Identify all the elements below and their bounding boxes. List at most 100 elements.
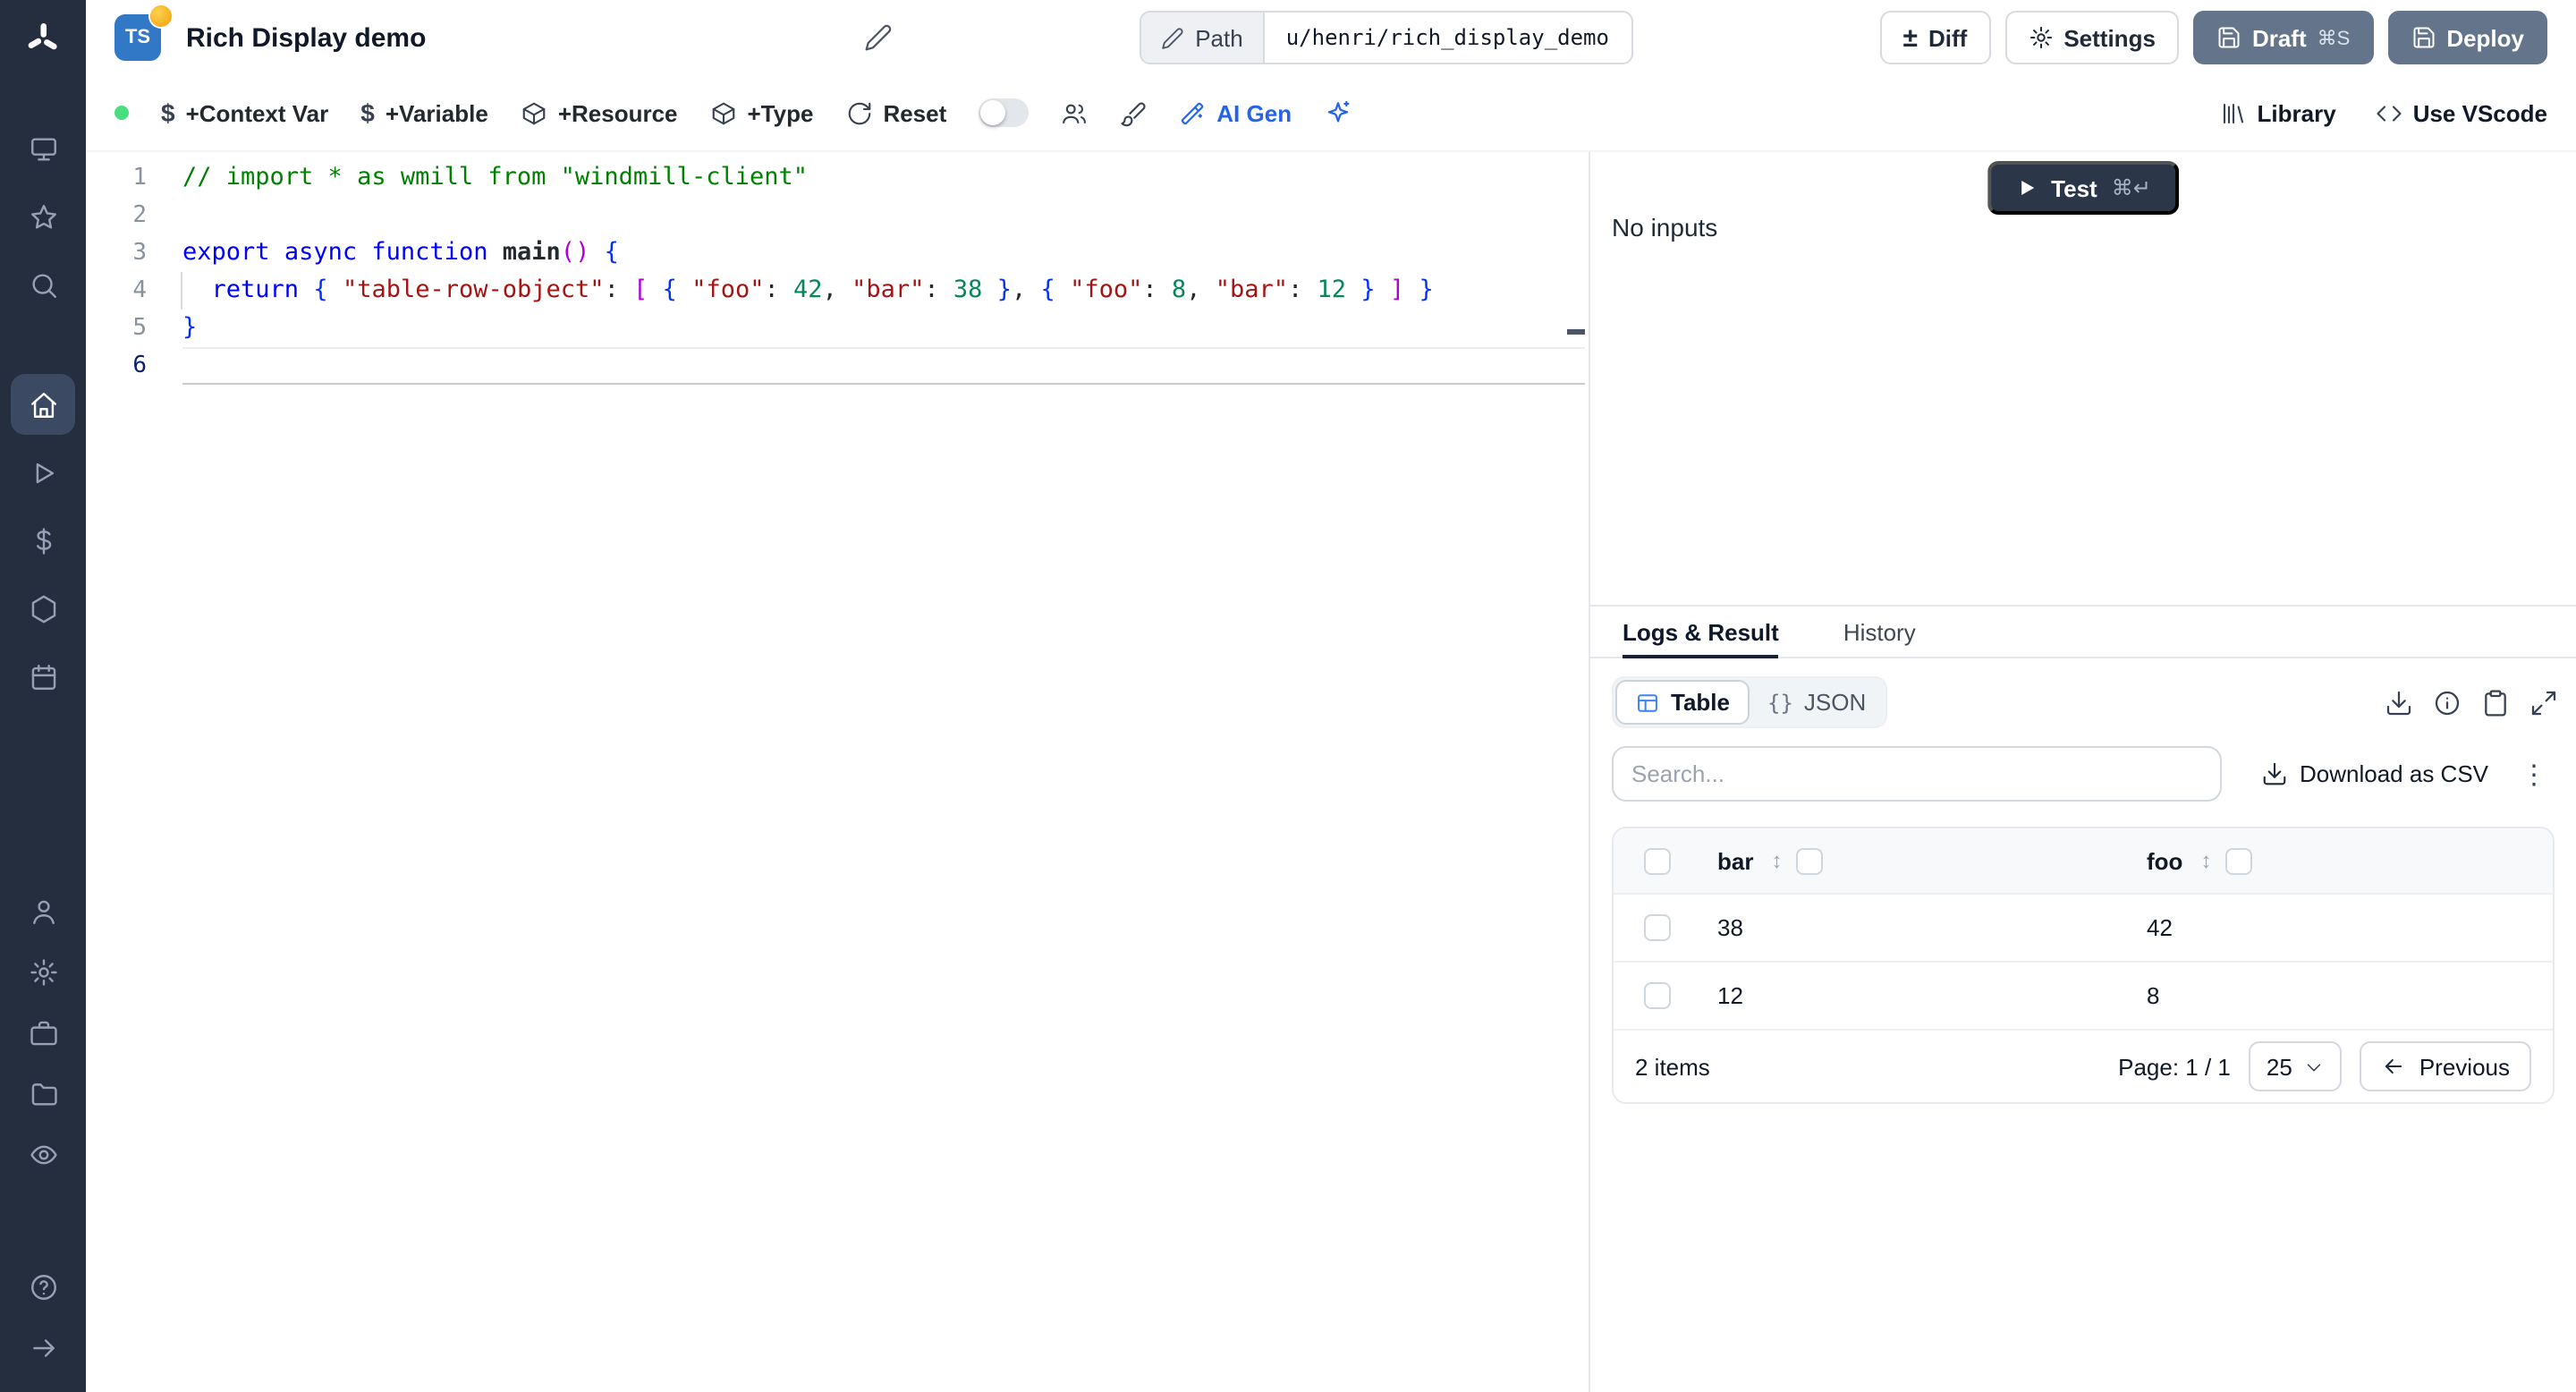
format-code-button[interactable] (1120, 99, 1147, 126)
collapse-arrow-icon[interactable] (11, 1320, 75, 1374)
code-token[interactable]: ( (561, 238, 575, 267)
code-token[interactable]: { (605, 238, 619, 267)
code-token[interactable]: { (663, 276, 677, 304)
settings-button[interactable]: Settings (2004, 11, 2179, 64)
use-vscode-button[interactable]: Use VScode (2376, 99, 2547, 126)
draft-button[interactable]: Draft ⌘S (2192, 11, 2374, 64)
apps-icon[interactable] (11, 118, 75, 179)
reset-button[interactable]: Reset (845, 99, 946, 126)
code-line-text[interactable] (182, 197, 1589, 234)
ai-sparkles-button[interactable] (1324, 98, 1352, 127)
code-line[interactable]: 5} (86, 310, 1589, 347)
code-token[interactable] (677, 276, 691, 304)
sort-icon[interactable]: ↕ (2200, 848, 2211, 873)
sidebar-item-resources[interactable] (11, 578, 75, 639)
folder-icon[interactable] (11, 1066, 75, 1120)
assistant-toggle[interactable] (979, 98, 1030, 127)
download-icon[interactable] (2385, 688, 2413, 717)
code-token[interactable] (982, 276, 996, 304)
line-number[interactable]: 1 (86, 159, 147, 197)
code-token[interactable]: , (823, 276, 852, 304)
code-line[interactable]: 3 export async function main() { (86, 234, 1589, 272)
code-token[interactable] (299, 276, 313, 304)
code-token[interactable]: ) (575, 238, 589, 267)
code-line[interactable]: 2 (86, 197, 1589, 234)
code-token[interactable]: "bar" (852, 276, 924, 304)
tab-logs-result[interactable]: Logs & Result (1623, 607, 1780, 658)
table-row[interactable]: 12 8 (1614, 963, 2553, 1031)
code-token[interactable]: 12 (1318, 276, 1347, 304)
code-token[interactable] (1055, 276, 1070, 304)
test-button[interactable]: Test ⌘↵ (1987, 161, 2180, 215)
download-csv-button[interactable]: Download as CSV (2260, 760, 2488, 787)
code-token[interactable]: } (1360, 276, 1375, 304)
row-checkbox[interactable] (1643, 982, 1670, 1009)
more-options-kebab-icon[interactable]: ⋮ (2521, 758, 2547, 790)
code-token[interactable]: ] (1390, 276, 1404, 304)
view-json-button[interactable]: {} JSON (1750, 680, 1884, 725)
code-token[interactable]: return (212, 276, 300, 304)
code-token[interactable]: { (1041, 276, 1055, 304)
deploy-button[interactable]: Deploy (2387, 11, 2547, 64)
search-icon[interactable] (11, 254, 75, 315)
code-line-text[interactable] (182, 347, 1585, 385)
code-token[interactable] (1346, 276, 1360, 304)
view-table-button[interactable]: Table (1615, 680, 1750, 725)
diff-button[interactable]: ± Diff (1879, 11, 1991, 64)
code-line[interactable]: 6 (86, 347, 1589, 385)
user-icon[interactable] (11, 884, 75, 938)
briefcase-icon[interactable] (11, 1006, 75, 1059)
path-edit-button[interactable]: Path (1141, 13, 1265, 63)
line-number[interactable]: 5 (86, 310, 147, 347)
code-token[interactable]: "bar" (1216, 276, 1288, 304)
code-token[interactable]: , (1186, 276, 1216, 304)
eye-icon[interactable] (11, 1127, 75, 1181)
code-token[interactable] (182, 276, 212, 304)
code-token[interactable]: export (182, 238, 270, 267)
code-line-text[interactable]: return { "table-row-object": [ { "foo": … (181, 272, 1589, 310)
code-token[interactable]: function (371, 238, 487, 267)
help-circle-icon[interactable] (11, 1260, 75, 1313)
column-checkbox[interactable] (2225, 847, 2253, 874)
code-token[interactable]: 42 (793, 276, 823, 304)
code-token[interactable]: // import * as wmill from "windmill-clie… (182, 163, 808, 191)
row-checkbox[interactable] (1643, 914, 1670, 941)
code-line-text[interactable]: } (182, 310, 1589, 347)
line-number[interactable]: 6 (86, 347, 147, 385)
code-token[interactable] (357, 238, 371, 267)
library-button[interactable]: Library (2220, 99, 2336, 126)
collaborators-button[interactable] (1061, 99, 1088, 126)
line-number[interactable]: 2 (86, 197, 147, 234)
previous-page-button[interactable]: Previous (2360, 1041, 2531, 1091)
edit-summary-pencil-icon[interactable] (864, 23, 893, 52)
tab-history[interactable]: History (1843, 607, 1916, 657)
add-context-var-button[interactable]: $ +Context Var (161, 98, 328, 127)
code-line-text[interactable]: export async function main() { (182, 234, 1589, 272)
code-token[interactable]: } (182, 313, 197, 342)
code-editor[interactable]: 1 // import * as wmill from "windmill-cli… (86, 152, 1589, 1392)
code-token[interactable]: async (284, 238, 357, 267)
star-icon[interactable] (11, 186, 75, 247)
info-icon[interactable] (2433, 688, 2462, 717)
code-token[interactable]: "foo" (1070, 276, 1142, 304)
sidebar-item-home[interactable] (11, 374, 75, 435)
add-resource-button[interactable]: +Resource (521, 99, 678, 126)
select-all-checkbox[interactable] (1643, 847, 1670, 874)
page-size-select[interactable]: 25 (2248, 1041, 2343, 1091)
code-token[interactable] (328, 276, 343, 304)
table-row[interactable]: 38 42 (1614, 895, 2553, 963)
ai-gen-button[interactable]: AI Gen (1179, 99, 1292, 126)
code-token[interactable]: : (924, 276, 953, 304)
add-type-button[interactable]: +Type (710, 99, 813, 126)
code-token[interactable]: : (1288, 276, 1318, 304)
code-token[interactable] (270, 238, 284, 267)
code-line[interactable]: 4 return { "table-row-object": [ { "foo"… (86, 272, 1589, 310)
sidebar-item-runs[interactable] (11, 442, 75, 503)
code-token[interactable]: } (1419, 276, 1433, 304)
code-token[interactable]: } (997, 276, 1012, 304)
copy-icon[interactable] (2481, 688, 2510, 717)
expand-icon[interactable] (2529, 688, 2558, 717)
search-input[interactable] (1612, 746, 2222, 802)
code-token[interactable]: "foo" (691, 276, 764, 304)
code-token[interactable] (1404, 276, 1419, 304)
